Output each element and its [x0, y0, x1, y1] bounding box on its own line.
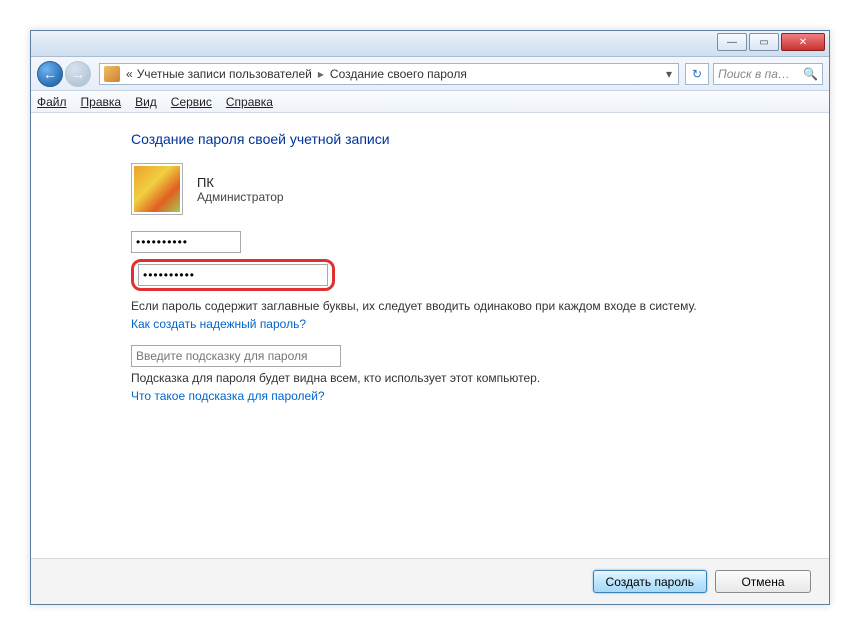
menu-view[interactable]: Вид — [135, 95, 157, 109]
strong-password-link[interactable]: Как создать надежный пароль? — [131, 317, 711, 331]
create-password-button[interactable]: Создать пароль — [593, 570, 707, 593]
breadcrumb-user-accounts[interactable]: Учетные записи пользователей — [135, 67, 314, 81]
avatar — [131, 163, 183, 215]
hint-visibility-note: Подсказка для пароля будет видна всем, к… — [131, 371, 711, 385]
control-panel-window: — ▭ ✕ ← → « Учетные записи пользователей… — [30, 30, 830, 605]
menu-help[interactable]: Справка — [226, 95, 273, 109]
chevron-right-icon: ▸ — [314, 67, 328, 81]
breadcrumb[interactable]: « Учетные записи пользователей ▸ Создани… — [99, 63, 679, 85]
search-icon: 🔍 — [803, 67, 818, 81]
user-name: ПК — [197, 175, 284, 190]
search-input[interactable]: Поиск в па… 🔍 — [713, 63, 823, 85]
forward-button[interactable]: → — [65, 61, 91, 87]
user-info: ПК Администратор — [131, 163, 829, 215]
maximize-button[interactable]: ▭ — [749, 33, 779, 51]
control-panel-icon — [104, 66, 120, 82]
breadcrumb-prefix: « — [124, 67, 135, 81]
minimize-button[interactable]: — — [717, 33, 747, 51]
user-role: Администратор — [197, 190, 284, 204]
page-title: Создание пароля своей учетной записи — [131, 131, 829, 147]
menu-bar: Файл Правка Вид Сервис Справка — [31, 91, 829, 113]
confirm-password-highlight — [131, 259, 335, 291]
close-button[interactable]: ✕ — [781, 33, 825, 51]
titlebar: — ▭ ✕ — [31, 31, 829, 57]
new-password-field[interactable] — [131, 231, 241, 253]
navigation-bar: ← → « Учетные записи пользователей ▸ Соз… — [31, 57, 829, 91]
breadcrumb-dropdown[interactable]: ▾ — [660, 67, 678, 81]
password-hint-field[interactable] — [131, 345, 341, 367]
confirm-password-field[interactable] — [138, 264, 328, 286]
back-button[interactable]: ← — [37, 61, 63, 87]
cancel-button[interactable]: Отмена — [715, 570, 811, 593]
menu-tools[interactable]: Сервис — [171, 95, 212, 109]
menu-edit[interactable]: Правка — [81, 95, 122, 109]
search-placeholder: Поиск в па… — [718, 67, 790, 81]
avatar-image — [134, 166, 180, 212]
refresh-button[interactable]: ↻ — [685, 63, 709, 85]
footer-buttons: Создать пароль Отмена — [31, 558, 829, 604]
caps-lock-note: Если пароль содержит заглавные буквы, их… — [131, 299, 711, 313]
menu-file[interactable]: Файл — [37, 95, 67, 109]
content-area: Создание пароля своей учетной записи ПК … — [31, 113, 829, 558]
what-is-hint-link[interactable]: Что такое подсказка для паролей? — [131, 389, 711, 403]
breadcrumb-create-password[interactable]: Создание своего пароля — [328, 67, 469, 81]
